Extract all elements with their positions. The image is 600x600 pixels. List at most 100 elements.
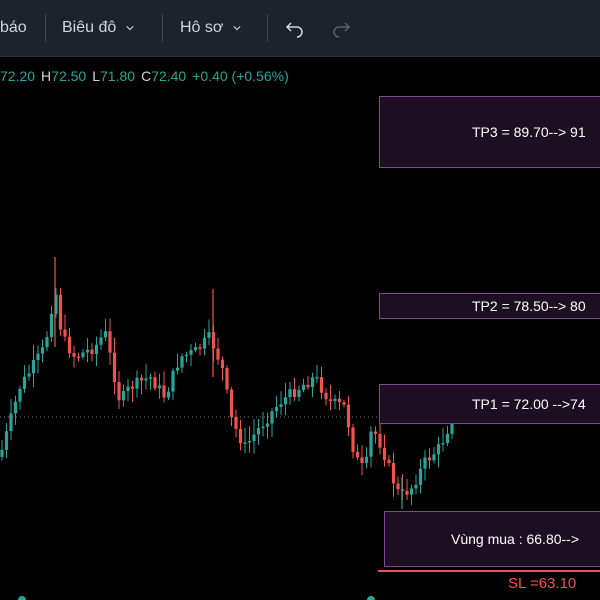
candle-body	[189, 350, 193, 355]
candle-body	[166, 391, 171, 398]
candle-body	[306, 384, 310, 388]
tp1-box[interactable]: TP1 = 72.00 -->74	[379, 384, 600, 424]
candle-body	[112, 352, 117, 382]
toolbar-separator	[45, 14, 46, 42]
candle-body	[243, 442, 247, 444]
toolbar-menu-chart-label: Biêu đô	[62, 19, 117, 36]
candle-body	[333, 398, 337, 402]
candle-body	[90, 349, 94, 354]
candle-body	[261, 426, 265, 429]
candle-body	[229, 389, 234, 417]
candle-body	[36, 353, 40, 361]
candle-body	[135, 377, 139, 389]
candle-body	[315, 377, 319, 379]
candle-body	[126, 386, 130, 392]
candle-body	[288, 389, 292, 398]
ohlc-legend: 72.20 H72.50 L71.80 C72.40 +0.40 (+0.56%)	[0, 68, 289, 84]
candle-body	[45, 337, 49, 348]
candle-body	[256, 427, 261, 435]
ohlc-high-value: 72.50	[51, 68, 87, 84]
tp2-box[interactable]: TP2 = 78.50--> 80	[379, 293, 600, 319]
candle-body	[67, 336, 72, 354]
candle-body	[301, 384, 306, 390]
candle-body	[351, 427, 355, 452]
candle-body	[103, 331, 108, 338]
candle-body	[292, 389, 297, 398]
candle-body	[378, 433, 382, 448]
candle-body	[319, 377, 324, 393]
ohlc-close-label: C	[141, 68, 152, 84]
toolbar-menu-alerts[interactable]: báo	[0, 0, 27, 56]
candle-body	[76, 356, 81, 359]
candle-body	[441, 443, 445, 445]
candle-body	[207, 332, 211, 338]
toolbar-separator	[162, 14, 163, 42]
candle-body	[238, 428, 243, 444]
candle-body	[180, 356, 184, 368]
candle-body	[63, 329, 67, 337]
candle-body	[81, 352, 85, 358]
candle-body	[247, 440, 252, 443]
candle-body	[40, 347, 45, 354]
tp2-label: TP2 = 78.50--> 80	[472, 298, 586, 314]
candle-body	[418, 468, 423, 485]
candle-body	[382, 447, 387, 460]
candle-body	[391, 463, 396, 484]
toolbar-menu-profile-label: Hô sơ	[180, 19, 224, 36]
candle-body	[355, 451, 360, 458]
chevron-down-icon	[233, 26, 241, 31]
candle-body	[162, 385, 166, 398]
tp1-label: TP1 = 72.00 -->74	[472, 396, 586, 412]
candle-body	[139, 377, 144, 381]
candle-body	[117, 381, 121, 401]
undo-arrow-icon[interactable]	[285, 18, 305, 38]
candle-body	[337, 398, 342, 403]
candle-body	[202, 337, 207, 349]
redo-arrow-icon[interactable]	[331, 18, 351, 38]
candle-body	[252, 434, 256, 441]
marker-dot	[367, 596, 375, 600]
candle-body	[279, 404, 283, 408]
candle-body	[274, 407, 279, 412]
candle-body	[265, 423, 270, 427]
ohlc-open-value: 72.20	[0, 68, 36, 84]
candle-body	[72, 353, 76, 357]
toolbar-menu-chart[interactable]: Biêu đô	[62, 0, 134, 56]
tp3-box[interactable]: TP3 = 89.70--> 91	[379, 96, 600, 168]
candle-body	[445, 433, 450, 444]
candle-body	[198, 347, 202, 349]
tp3-label: TP3 = 89.70--> 91	[472, 124, 586, 140]
candle-body	[216, 348, 220, 360]
candle-body	[373, 431, 378, 434]
toolbar-menu-profile[interactable]: Hô sơ	[180, 0, 241, 56]
candle-body	[108, 331, 112, 353]
candle-body	[9, 413, 13, 432]
candle-body	[387, 459, 391, 464]
candle-body	[85, 349, 90, 353]
candle-body	[58, 294, 63, 330]
candle-body	[184, 354, 189, 357]
candle-body	[409, 488, 414, 495]
candle-body	[175, 367, 180, 371]
candle-body	[157, 385, 162, 389]
buy-zone-box[interactable]: Vùng mua : 66.80-->	[384, 511, 600, 567]
candle-body	[153, 377, 157, 389]
ohlc-close-value: 72.40	[151, 68, 187, 84]
candle-body	[328, 399, 333, 402]
candle-body	[427, 457, 432, 461]
marker-dot	[18, 596, 26, 600]
candle-body	[94, 344, 99, 354]
candle-body	[369, 431, 373, 457]
candle-body	[130, 386, 135, 389]
ohlc-low-label: L	[92, 68, 101, 84]
toolbar-separator	[267, 14, 268, 42]
buy-zone-label: Vùng mua : 66.80-->	[451, 531, 580, 547]
candle-body	[4, 431, 9, 450]
candle-body	[360, 457, 364, 464]
candle-body	[436, 444, 441, 455]
chevron-down-icon	[126, 26, 134, 31]
candle-body	[148, 377, 153, 379]
ohlc-low-value: 71.80	[100, 68, 136, 84]
toolbar-menu-alerts-label: báo	[0, 19, 27, 36]
candle-body	[346, 404, 351, 428]
